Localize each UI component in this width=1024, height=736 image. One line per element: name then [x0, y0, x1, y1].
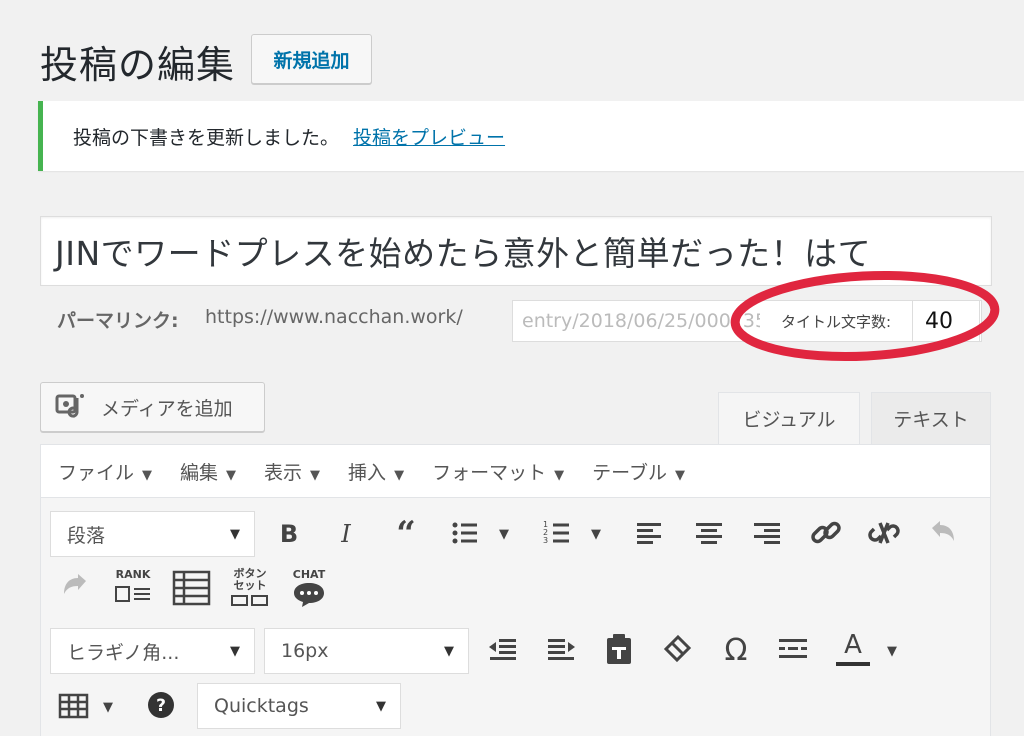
- button-set-icon[interactable]: ボタン セット: [228, 568, 272, 610]
- italic-icon[interactable]: I: [328, 516, 364, 552]
- font-size-select[interactable]: 16px ▼: [264, 628, 469, 674]
- align-center-icon[interactable]: [694, 518, 724, 552]
- update-notice: 投稿の下書きを更新しました。 投稿をプレビュー: [38, 101, 1024, 171]
- horizontal-line-icon[interactable]: [776, 634, 810, 668]
- menu-edit[interactable]: 編集 ▼: [180, 458, 236, 485]
- special-character-icon[interactable]: Ω: [718, 632, 754, 668]
- text-color-icon[interactable]: A: [834, 630, 872, 670]
- blockquote-icon[interactable]: “: [388, 514, 424, 554]
- highlight-ellipse: [730, 270, 1000, 362]
- bullet-list-icon[interactable]: [450, 518, 480, 552]
- svg-text:?: ?: [156, 696, 166, 716]
- align-left-icon[interactable]: [635, 518, 665, 552]
- paste-text-icon[interactable]: [603, 632, 635, 670]
- quicktags-select-value: Quicktags: [214, 695, 309, 717]
- font-size-select-value: 16px: [281, 640, 329, 662]
- text-color-dropdown-icon[interactable]: ▼: [887, 644, 897, 659]
- preview-link[interactable]: 投稿をプレビュー: [353, 123, 505, 150]
- insert-link-icon[interactable]: [808, 515, 844, 555]
- format-select-value: 段落: [67, 524, 106, 547]
- menu-file[interactable]: ファイル ▼: [58, 458, 152, 485]
- tab-visual[interactable]: ビジュアル: [718, 392, 860, 444]
- font-family-select-value: ヒラギノ角...: [67, 641, 180, 664]
- unlink-icon[interactable]: [866, 515, 902, 555]
- font-family-select[interactable]: ヒラギノ角... ▼: [50, 628, 255, 674]
- help-icon[interactable]: ?: [146, 690, 176, 724]
- numbered-list-icon[interactable]: 123: [542, 518, 572, 552]
- button-set-label-2: セット: [233, 579, 267, 592]
- add-media-button[interactable]: メディアを追加: [40, 382, 265, 432]
- menu-format[interactable]: フォーマット ▼: [432, 458, 564, 485]
- outdent-icon[interactable]: [487, 634, 519, 670]
- chat-icon-label: CHAT: [292, 568, 326, 581]
- insert-table-dropdown-icon[interactable]: ▼: [103, 700, 113, 715]
- svg-text:3: 3: [543, 536, 548, 545]
- text-color-letter: A: [844, 630, 862, 660]
- permalink-base-url: https://www.nacchan.work/: [205, 306, 463, 328]
- tab-text[interactable]: テキスト: [871, 392, 991, 444]
- chat-icon[interactable]: CHAT: [288, 568, 330, 610]
- permalink-label: パーマリンク:: [57, 310, 179, 332]
- rank-icon[interactable]: RANK: [112, 568, 154, 608]
- add-media-label: メディアを追加: [101, 397, 233, 420]
- media-icon: [55, 390, 91, 425]
- notice-message: 投稿の下書きを更新しました。: [73, 126, 340, 149]
- bullet-list-dropdown-icon[interactable]: ▼: [499, 527, 509, 542]
- clear-formatting-icon[interactable]: [660, 632, 694, 670]
- redo-icon[interactable]: [58, 568, 92, 606]
- bold-icon[interactable]: B: [271, 516, 307, 552]
- align-right-icon[interactable]: [752, 518, 782, 552]
- numbered-list-dropdown-icon[interactable]: ▼: [591, 527, 601, 542]
- table-list-icon[interactable]: [172, 570, 212, 610]
- insert-table-icon[interactable]: [58, 692, 90, 724]
- menu-insert[interactable]: 挿入 ▼: [348, 458, 404, 485]
- add-new-button[interactable]: 新規追加: [251, 34, 372, 84]
- quicktags-select[interactable]: Quicktags ▼: [197, 683, 401, 729]
- editor-menubar: ファイル ▼ 編集 ▼ 表示 ▼ 挿入 ▼ フォーマット ▼ テーブル ▼: [40, 444, 991, 498]
- format-select[interactable]: 段落 ▼: [50, 511, 255, 557]
- menu-table[interactable]: テーブル ▼: [592, 458, 685, 485]
- page-title: 投稿の編集: [40, 43, 236, 87]
- undo-icon[interactable]: [926, 515, 960, 553]
- rank-icon-label: RANK: [115, 568, 151, 581]
- menu-view[interactable]: 表示 ▼: [264, 458, 320, 485]
- indent-icon[interactable]: [545, 634, 577, 670]
